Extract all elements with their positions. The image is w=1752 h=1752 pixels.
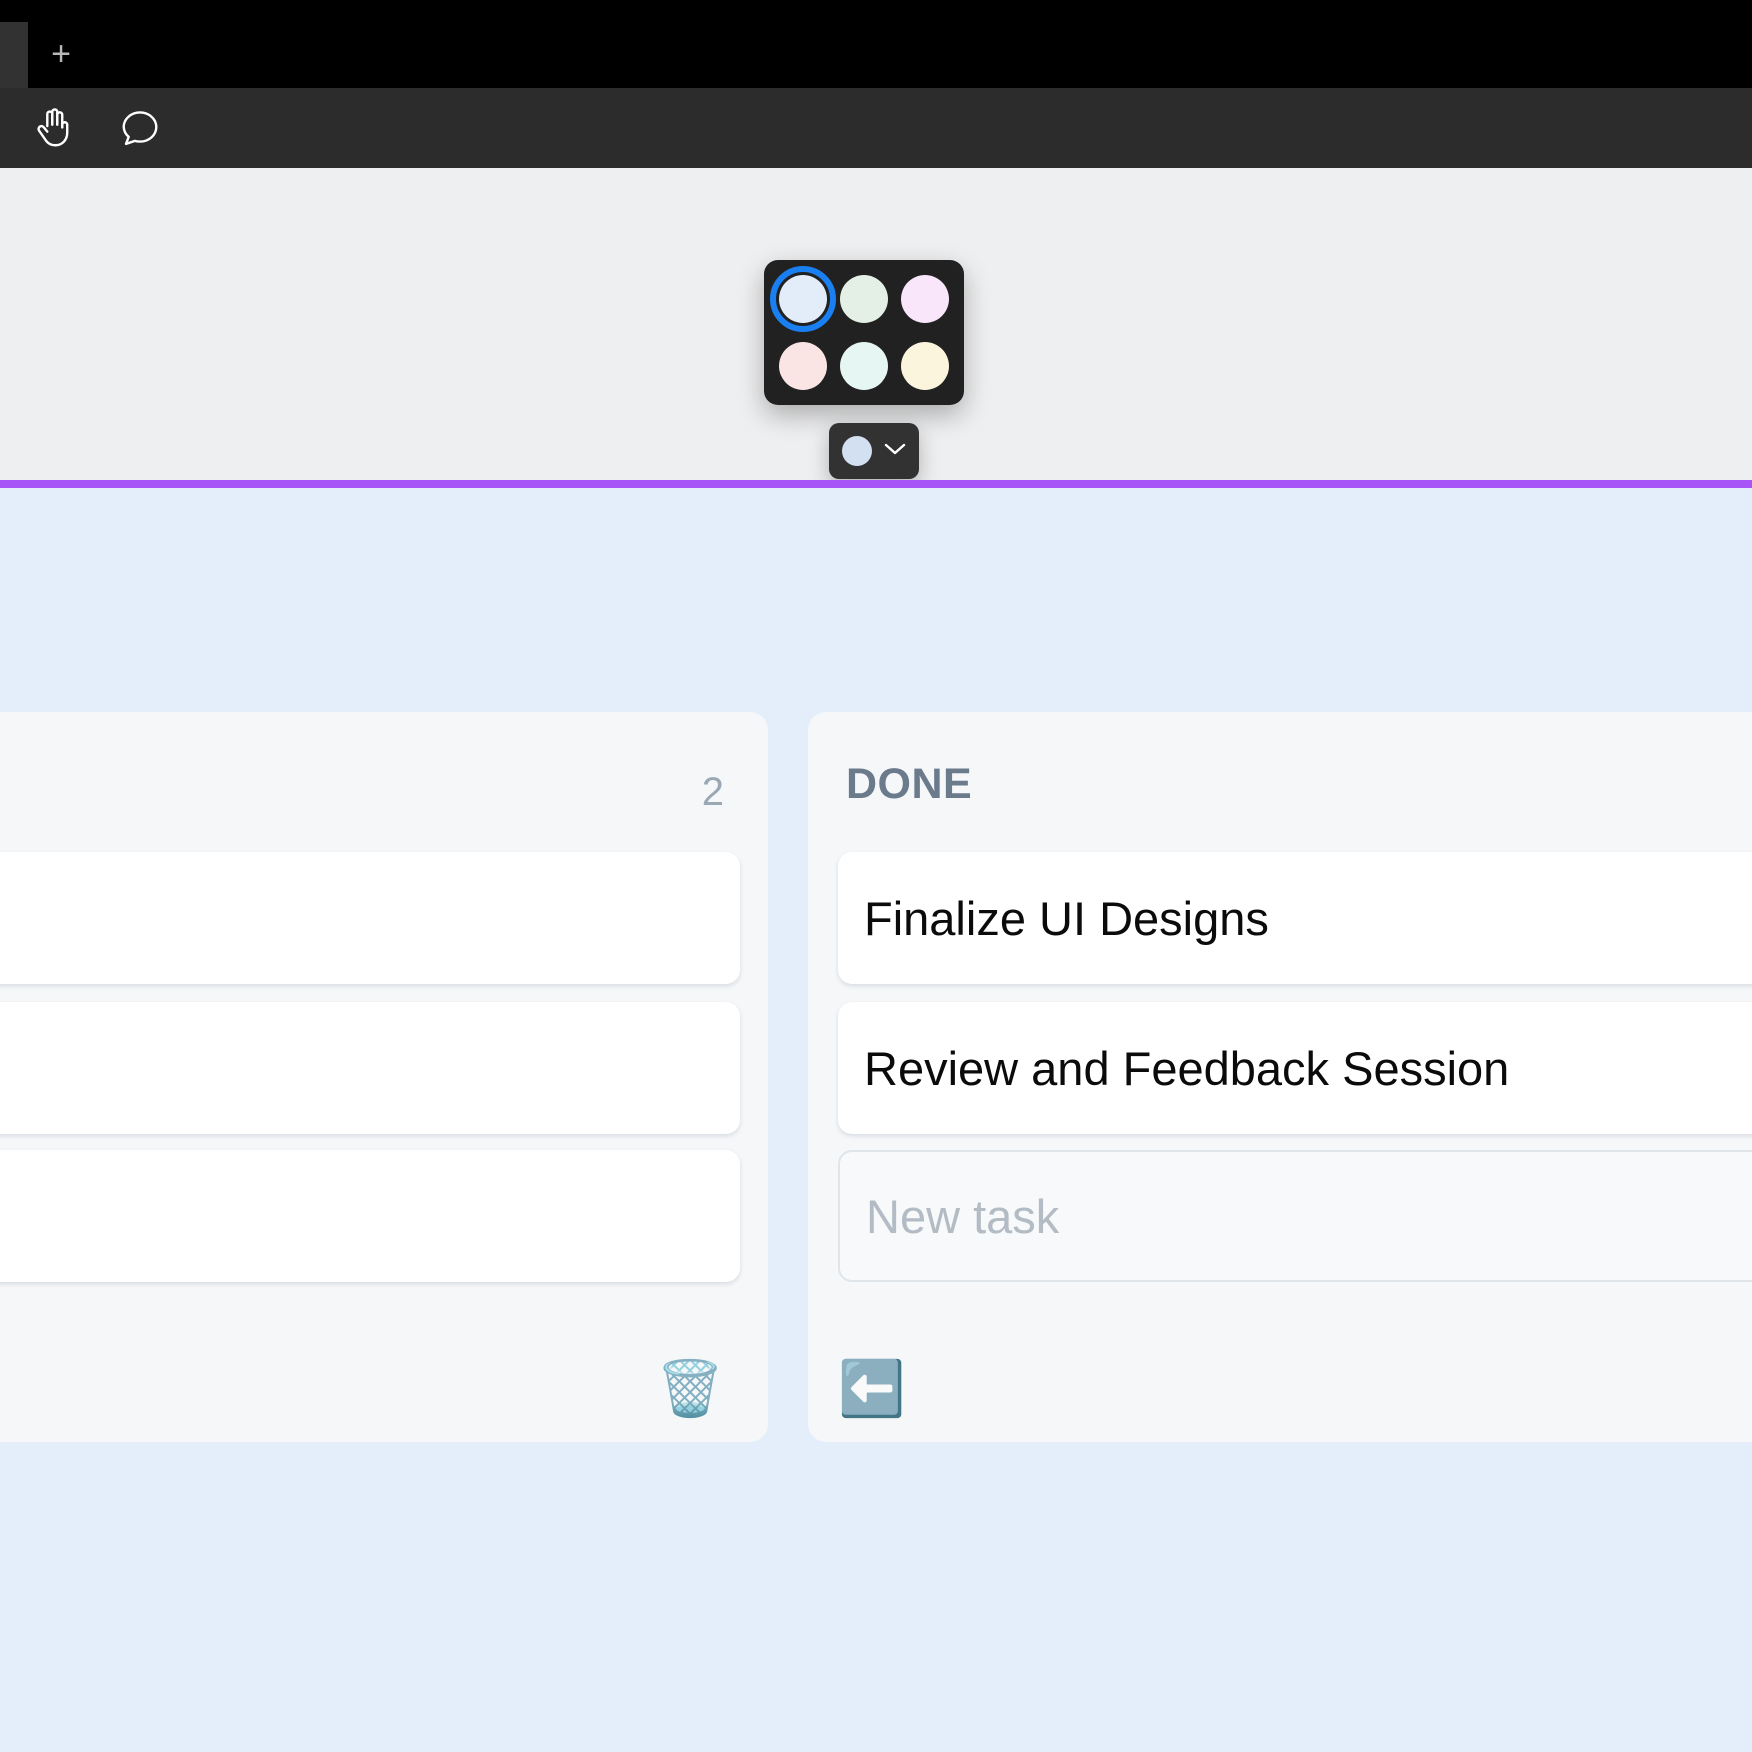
swatch-light-blue[interactable] bbox=[769, 266, 836, 333]
task-card[interactable]: Finalize UI Designs bbox=[838, 852, 1752, 984]
color-swatch-panel[interactable] bbox=[764, 260, 964, 405]
tab-bar bbox=[28, 22, 1752, 88]
color-dropdown-button[interactable] bbox=[829, 423, 919, 479]
app-toolbar bbox=[0, 88, 1752, 168]
swatch-light-green[interactable] bbox=[839, 275, 888, 324]
trash-icon[interactable]: 🗑️ bbox=[657, 1362, 724, 1416]
swatch-light-cyan[interactable] bbox=[839, 341, 888, 390]
comment-tool-icon[interactable] bbox=[114, 102, 166, 154]
current-color-dot bbox=[842, 436, 872, 466]
chevron-down-icon bbox=[884, 442, 906, 461]
swatch-light-cream[interactable] bbox=[901, 341, 950, 390]
section-divider bbox=[0, 480, 1752, 488]
column-done[interactable]: DONE Finalize UI Designs Review and Feed… bbox=[808, 712, 1752, 1442]
back-arrow-icon[interactable]: ⬅️ bbox=[838, 1362, 905, 1416]
column-left-count: 2 bbox=[701, 770, 724, 814]
design-canvas[interactable]: 2 Design ents 🗑️ DONE Finalize UI Design… bbox=[0, 168, 1752, 1752]
task-card[interactable]: ents bbox=[0, 1002, 740, 1134]
task-card[interactable]: Review and Feedback Session bbox=[838, 1002, 1752, 1134]
column-done-title: DONE bbox=[846, 760, 973, 808]
task-card[interactable] bbox=[0, 1150, 740, 1282]
tab-edge bbox=[0, 22, 28, 88]
new-tab-button[interactable]: + bbox=[40, 33, 82, 75]
new-task-input[interactable]: New task bbox=[838, 1150, 1752, 1282]
browser-tab-strip: + bbox=[0, 0, 1752, 88]
hand-tool-icon[interactable] bbox=[28, 102, 80, 154]
task-card[interactable]: Design bbox=[0, 852, 740, 984]
swatch-light-rose[interactable] bbox=[778, 341, 827, 390]
swatch-light-pink[interactable] bbox=[901, 275, 950, 324]
column-left[interactable]: 2 Design ents 🗑️ bbox=[0, 712, 768, 1442]
